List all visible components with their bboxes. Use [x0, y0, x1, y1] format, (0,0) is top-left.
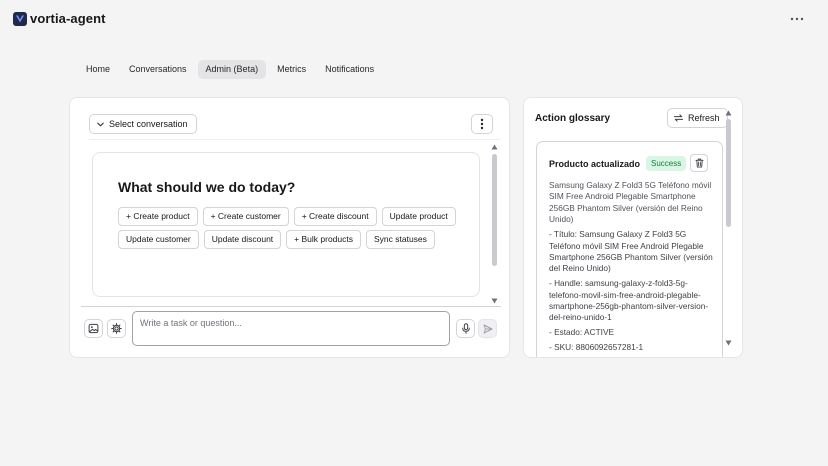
glossary-entry: Producto actualizado Success Samsung Gal…	[536, 141, 723, 357]
welcome-box: What should we do today? + Create produc…	[92, 152, 480, 297]
chat-scrollbar[interactable]	[490, 144, 500, 304]
image-icon	[88, 323, 99, 334]
trash-icon	[694, 158, 704, 168]
scroll-up-icon[interactable]	[491, 144, 498, 150]
tab-home[interactable]: Home	[78, 60, 118, 79]
quick-action-create-discount[interactable]: + Create discount	[293, 207, 377, 226]
quick-action-update-product[interactable]: Update product	[381, 207, 456, 226]
action-glossary-panel: Action glossary Refresh Producto actuali…	[523, 97, 743, 358]
tab-metrics[interactable]: Metrics	[269, 60, 314, 79]
task-input[interactable]	[132, 311, 450, 346]
main-nav: Home Conversations Admin (Beta) Metrics …	[78, 60, 382, 80]
app-title: vortia-agent	[30, 11, 106, 26]
chevron-down-icon	[97, 122, 104, 126]
tab-admin-beta[interactable]: Admin (Beta)	[197, 60, 267, 79]
send-button[interactable]	[478, 319, 497, 338]
glossary-title: Action glossary	[535, 113, 611, 124]
scroll-thumb[interactable]	[492, 154, 497, 266]
quick-action-update-discount[interactable]: Update discount	[203, 230, 282, 249]
quick-action-sync-statuses[interactable]: Sync statuses	[366, 230, 435, 249]
welcome-title: What should we do today?	[118, 179, 296, 195]
quick-action-update-customer[interactable]: Update customer	[118, 230, 199, 249]
entry-body: Samsung Galaxy Z Fold3 5G Teléfono móvil…	[549, 180, 717, 357]
quick-action-create-customer[interactable]: + Create customer	[202, 207, 289, 226]
status-badge: Success	[646, 156, 687, 171]
microphone-button[interactable]	[456, 319, 475, 338]
select-conversation-button[interactable]: Select conversation	[89, 114, 197, 134]
v-logo-icon	[13, 12, 27, 26]
divider	[89, 139, 501, 140]
entry-title: Producto actualizado	[549, 159, 641, 169]
entry-detail-title: - Título: Samsung Galaxy Z Fold3 5G Telé…	[549, 229, 713, 274]
gear-icon	[111, 323, 122, 334]
attach-image-button[interactable]	[84, 319, 103, 338]
entry-detail-status: - Estado: ACTIVE	[549, 327, 615, 338]
more-vertical-icon	[480, 118, 484, 130]
settings-button[interactable]	[107, 319, 126, 338]
refresh-icon	[673, 114, 684, 122]
entry-summary: Samsung Galaxy Z Fold3 5G Teléfono móvil…	[549, 180, 712, 225]
scroll-down-icon[interactable]	[491, 298, 498, 304]
chat-options-button[interactable]	[471, 114, 493, 134]
refresh-label: Refresh	[688, 113, 720, 123]
divider	[81, 306, 501, 307]
scroll-down-icon[interactable]	[725, 340, 732, 346]
tab-conversations[interactable]: Conversations	[121, 60, 195, 79]
refresh-button[interactable]: Refresh	[667, 108, 728, 128]
quick-action-bulk-products[interactable]: + Bulk products	[286, 230, 361, 249]
scroll-thumb[interactable]	[726, 119, 731, 227]
glossary-scrollbar[interactable]	[724, 108, 734, 348]
quick-action-create-product[interactable]: + Create product	[118, 207, 198, 226]
delete-entry-button[interactable]	[690, 154, 708, 172]
quick-actions: + Create product + Create customer + Cre…	[118, 207, 468, 249]
entry-detail-handle: - Handle: samsung-galaxy-z-fold3-5g-tele…	[549, 278, 709, 323]
more-horizontal-icon[interactable]	[788, 10, 806, 28]
send-icon	[483, 324, 492, 333]
entry-detail-sku: - SKU: 8806092657281-1	[549, 342, 644, 353]
tab-notifications[interactable]: Notifications	[317, 60, 382, 79]
chat-panel: Select conversation What should we do to…	[69, 97, 510, 358]
scroll-up-icon[interactable]	[725, 110, 732, 116]
select-conversation-label: Select conversation	[109, 119, 188, 129]
microphone-icon	[461, 323, 470, 334]
top-bar: vortia-agent	[0, 0, 828, 40]
